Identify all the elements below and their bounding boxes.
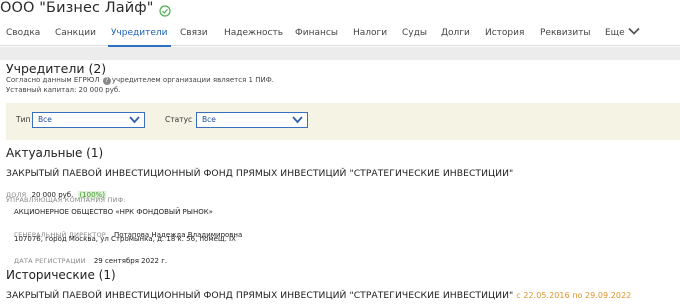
tab-taxes[interactable]: Налоги [353,20,387,46]
tab-founders[interactable]: Учредители [108,20,171,47]
status-filter-label: Статус [165,115,193,124]
current-fund-name[interactable]: ЗАКРЫТЫЙ ПАЕВОЙ ИНВЕСТИЦИОННЫЙ ФОНД ПРЯМ… [6,168,513,179]
tab-more[interactable]: Еще [605,20,640,46]
reg-row: ДАТА РЕГИСТРАЦИИ 29 сентября 2022 г. [14,248,167,267]
type-select[interactable]: Все [32,112,145,128]
tab-courts[interactable]: Суды [402,20,427,46]
founders-heading: Учредители (2) [6,61,107,76]
tab-sanctions[interactable]: Санкции [55,20,96,46]
status-select[interactable]: Все [196,112,308,128]
company-title: ООО "Бизнес Лайф" [0,0,171,19]
tab-debts[interactable]: Долги [441,20,470,46]
egrul-note-before: Согласно данным ЕГРЮЛ [6,76,100,84]
historic-fund-row: ЗАКРЫТЫЙ ПАЕВОЙ ИНВЕСТИЦИОННЫЙ ФОНД ПРЯМ… [6,290,631,301]
egrul-note-after: учредителем организации является 1 ПИФ. [111,76,274,84]
tab-connections[interactable]: Связи [180,20,208,46]
tab-finances[interactable]: Финансы [295,20,338,46]
historic-fund-name[interactable]: ЗАКРЫТЫЙ ПАЕВОЙ ИНВЕСТИЦИОННЫЙ ФОНД ПРЯМ… [6,290,513,301]
historic-heading: Исторические (1) [6,268,116,282]
egrul-note: Согласно данным ЕГРЮЛ ? учредителем орган… [6,76,274,85]
capital-note: Уставный капитал: 20 000 руб. [6,86,121,94]
divider-band [0,47,680,60]
tab-more-label: Еще [605,28,625,38]
mgmt-label: УПРАВЛЯЮЩАЯ КОМПАНИЯ ПИФ: [6,196,126,204]
historic-period: с 22.05.2016 по 29.09.2022 [516,291,632,300]
tab-requisites[interactable]: Реквизиты [540,20,591,46]
tab-reliability[interactable]: Надежность [224,20,283,46]
current-heading: Актуальные (1) [6,146,104,160]
chevron-down-icon [628,21,640,35]
mgmt-company[interactable]: АКЦИОНЕРНОЕ ОБЩЕСТВО «НРК ФОНДОВЫЙ РЫНОК… [14,208,213,216]
status-select-value: Все [202,115,216,124]
reg-date: 29 сентября 2022 г. [93,257,168,265]
tab-summary[interactable]: Сводка [6,20,40,46]
address: 107076, город Москва, ул Стромынка, д. 1… [14,235,236,243]
verified-check-icon [158,2,171,17]
type-filter-label: Тип [16,115,31,124]
chevron-down-icon [292,115,303,124]
chevron-down-icon [129,115,140,124]
section-tabs: Сводка Санкции Учредители Связи Надежнос… [0,20,680,47]
type-select-value: Все [38,115,52,124]
tab-history[interactable]: История [485,20,524,46]
help-icon[interactable]: ? [102,77,111,85]
company-name: ООО "Бизнес Лайф" [0,0,154,16]
reg-label: ДАТА РЕГИСТРАЦИИ [14,257,86,265]
